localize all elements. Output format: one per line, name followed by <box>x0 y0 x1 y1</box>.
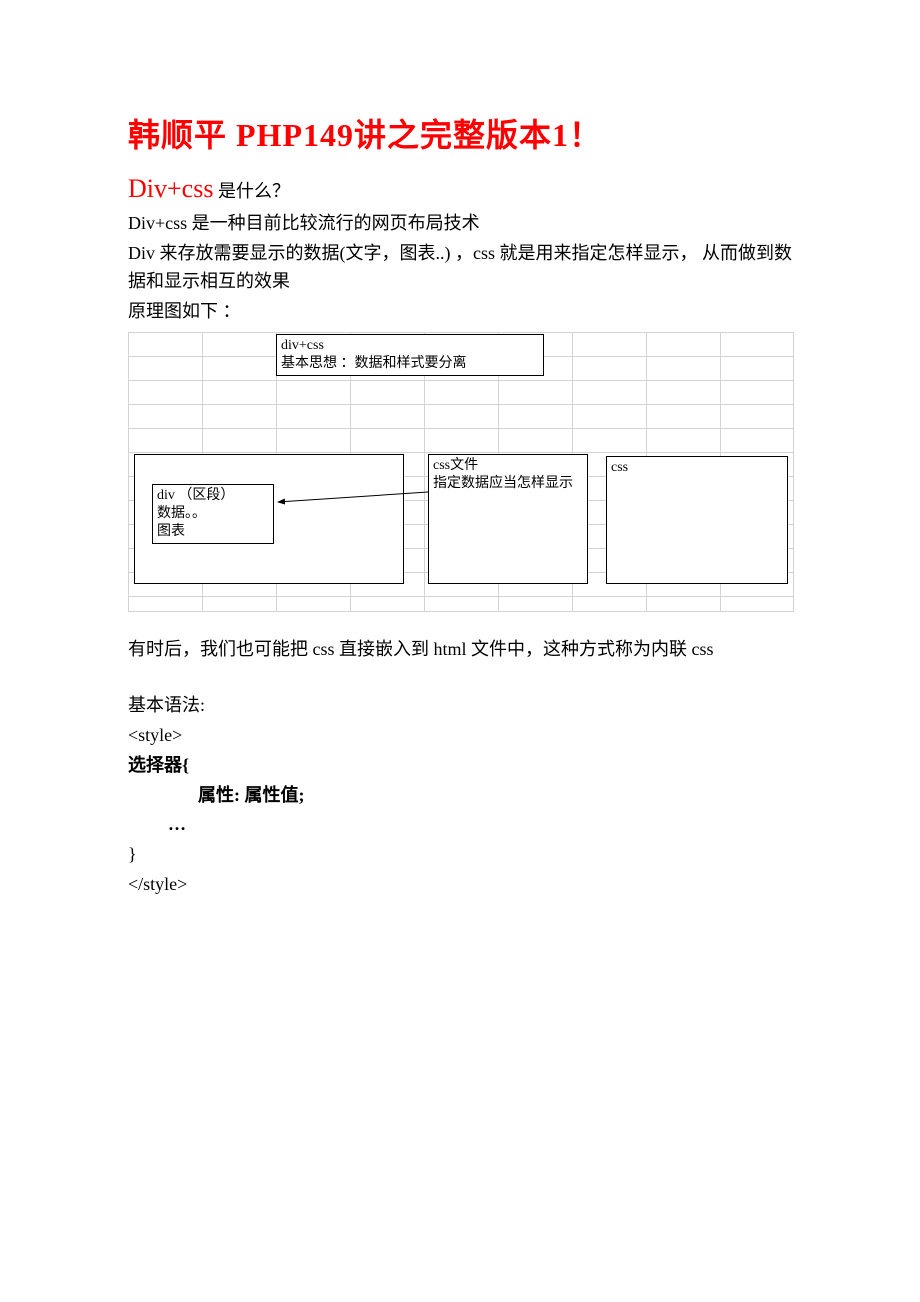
diagram-top-line2: 基本思想 ：数据和样式要分离 <box>281 355 539 373</box>
diagram-left-line2: 数据。。 <box>157 505 269 523</box>
subtitle: Div+css 是什么？ <box>128 174 800 204</box>
diagram-top-box: div+css 基本思想 ：数据和样式要分离 <box>276 334 544 376</box>
concept-diagram: div+css 基本思想 ：数据和样式要分离 div （区段） 数据。。 图表 … <box>128 332 794 612</box>
syntax-style-open: <style> <box>128 721 800 751</box>
syntax-label: 基本语法: <box>128 691 800 721</box>
diagram-right-label: css <box>611 459 783 477</box>
diagram-mid-line2: 指定数据应当怎样显示 <box>433 475 583 493</box>
paragraph-1: Div+css 是一种目前比较流行的网页布局技术 <box>128 210 800 238</box>
diagram-left-inner: div （区段） 数据。。 图表 <box>152 484 274 544</box>
syntax-block: 基本语法: <style> 选择器{ 属性: 属性值; … } </style> <box>128 691 800 899</box>
main-title: 韩顺平 PHP149讲之完整版本1！ <box>128 110 800 156</box>
subtitle-question: 是什么？ <box>213 181 290 201</box>
syntax-property: 属性: 属性值; <box>128 781 800 811</box>
diagram-right-box: css <box>606 456 788 584</box>
diagram-mid-line1: css文件 <box>433 457 583 475</box>
diagram-top-line1: div+css <box>281 337 539 355</box>
syntax-close-brace: } <box>128 840 800 870</box>
diagram-mid-box: css文件 指定数据应当怎样显示 <box>428 454 588 584</box>
diagram-left-line1: div （区段） <box>157 487 269 505</box>
syntax-ellipsis: … <box>128 810 800 840</box>
paragraph-4: 有时后，我们也可能把 css 直接嵌入到 html 文件中，这种方式称为内联 c… <box>128 636 800 664</box>
paragraph-3: 原理图如下 ： <box>128 298 800 326</box>
subtitle-red: Div+css <box>128 174 213 203</box>
diagram-left-line3: 图表 <box>157 523 269 541</box>
syntax-style-close: </style> <box>128 870 800 900</box>
paragraph-2: Div 来存放需要显示的数据(文字，图表..) ，css 就是用来指定怎样显示，… <box>128 240 800 296</box>
syntax-selector-open: 选择器{ <box>128 751 800 781</box>
